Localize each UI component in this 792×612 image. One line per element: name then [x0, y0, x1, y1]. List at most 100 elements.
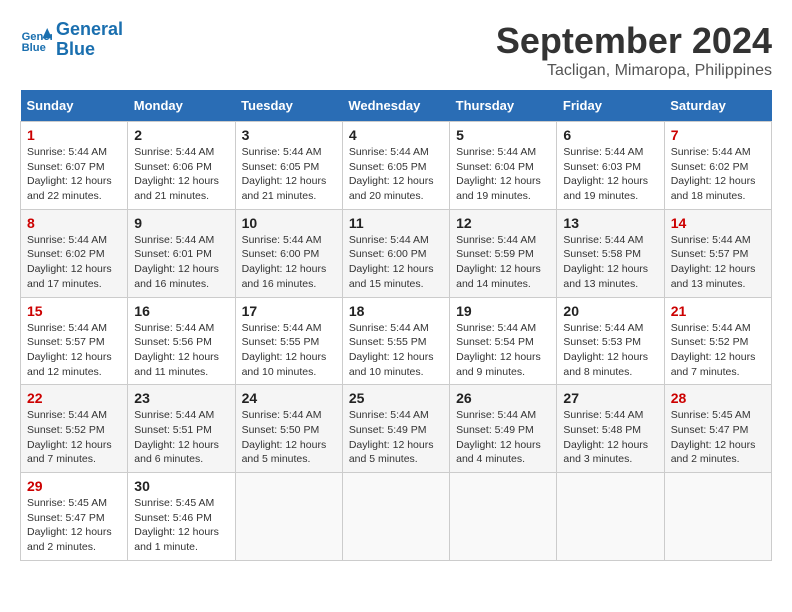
table-row: 10 Sunrise: 5:44 AM Sunset: 6:00 PM Dayli… [235, 209, 342, 297]
table-row: 15Sunrise: 5:44 AM Sunset: 5:57 PM Dayli… [21, 297, 128, 385]
table-row: 23 Sunrise: 5:44 AM Sunset: 5:51 PM Dayli… [128, 385, 235, 473]
table-row: 28 Sunrise: 5:45 AM Sunset: 5:47 PM Dayli… [664, 385, 771, 473]
table-row: 8 Sunrise: 5:44 AM Sunset: 6:02 PM Daylig… [21, 209, 128, 297]
table-row: 1 Sunrise: 5:44 AM Sunset: 6:07 PM Daylig… [21, 122, 128, 210]
table-row: 27 Sunrise: 5:44 AM Sunset: 5:48 PM Dayli… [557, 385, 664, 473]
day-number: 25 [349, 390, 443, 406]
day-info: Sunrise: 5:44 AM Sunset: 6:00 PM Dayligh… [349, 233, 443, 292]
day-info: Sunrise: 5:45 AM Sunset: 5:47 PM Dayligh… [671, 408, 765, 467]
calendar-table: Sunday Monday Tuesday Wednesday Thursday… [20, 90, 772, 561]
col-sunday: Sunday [21, 90, 128, 122]
day-info: Sunrise: 5:44 AM Sunset: 5:55 PM Dayligh… [242, 321, 336, 380]
day-number: 15 [27, 303, 121, 319]
day-number: 26 [456, 390, 550, 406]
day-number: 19 [456, 303, 550, 319]
day-info: Sunrise: 5:44 AM Sunset: 6:00 PM Dayligh… [242, 233, 336, 292]
day-info: Sunrise: 5:44 AM Sunset: 5:51 PM Dayligh… [134, 408, 228, 467]
day-number: 22 [27, 390, 121, 406]
day-number: 16 [134, 303, 228, 319]
col-saturday: Saturday [664, 90, 771, 122]
logo: General Blue GeneralBlue [20, 20, 123, 60]
day-info: Sunrise: 5:44 AM Sunset: 5:58 PM Dayligh… [563, 233, 657, 292]
table-row: 19 Sunrise: 5:44 AM Sunset: 5:54 PM Dayli… [450, 297, 557, 385]
table-row: 26 Sunrise: 5:44 AM Sunset: 5:49 PM Dayli… [450, 385, 557, 473]
day-number: 24 [242, 390, 336, 406]
day-info: Sunrise: 5:44 AM Sunset: 5:56 PM Dayligh… [134, 321, 228, 380]
calendar-week-3: 15Sunrise: 5:44 AM Sunset: 5:57 PM Dayli… [21, 297, 772, 385]
table-row [235, 473, 342, 561]
day-info: Sunrise: 5:44 AM Sunset: 5:55 PM Dayligh… [349, 321, 443, 380]
table-row: 2 Sunrise: 5:44 AM Sunset: 6:06 PM Daylig… [128, 122, 235, 210]
day-info: Sunrise: 5:44 AM Sunset: 6:05 PM Dayligh… [349, 145, 443, 204]
svg-text:Blue: Blue [22, 42, 46, 54]
table-row [664, 473, 771, 561]
day-number: 12 [456, 215, 550, 231]
table-row: 11 Sunrise: 5:44 AM Sunset: 6:00 PM Dayli… [342, 209, 449, 297]
table-row: 5Sunrise: 5:44 AM Sunset: 6:04 PM Daylig… [450, 122, 557, 210]
header-row: Sunday Monday Tuesday Wednesday Thursday… [21, 90, 772, 122]
day-number: 28 [671, 390, 765, 406]
day-info: Sunrise: 5:44 AM Sunset: 5:59 PM Dayligh… [456, 233, 550, 292]
day-info: Sunrise: 5:44 AM Sunset: 5:49 PM Dayligh… [456, 408, 550, 467]
title-section: September 2024 Tacligan, Mimaropa, Phili… [496, 20, 772, 80]
day-number: 23 [134, 390, 228, 406]
day-number: 11 [349, 215, 443, 231]
calendar-week-4: 22Sunrise: 5:44 AM Sunset: 5:52 PM Dayli… [21, 385, 772, 473]
day-info: Sunrise: 5:44 AM Sunset: 6:03 PM Dayligh… [563, 145, 657, 204]
day-info: Sunrise: 5:44 AM Sunset: 5:48 PM Dayligh… [563, 408, 657, 467]
day-number: 2 [134, 127, 228, 143]
table-row: 25Sunrise: 5:44 AM Sunset: 5:49 PM Dayli… [342, 385, 449, 473]
day-info: Sunrise: 5:44 AM Sunset: 5:52 PM Dayligh… [671, 321, 765, 380]
table-row [557, 473, 664, 561]
day-number: 9 [134, 215, 228, 231]
table-row: 18 Sunrise: 5:44 AM Sunset: 5:55 PM Dayli… [342, 297, 449, 385]
day-info: Sunrise: 5:44 AM Sunset: 5:54 PM Dayligh… [456, 321, 550, 380]
day-number: 18 [349, 303, 443, 319]
table-row [450, 473, 557, 561]
day-number: 14 [671, 215, 765, 231]
table-row: 29 Sunrise: 5:45 AM Sunset: 5:47 PM Dayli… [21, 473, 128, 561]
day-info: Sunrise: 5:44 AM Sunset: 6:01 PM Dayligh… [134, 233, 228, 292]
day-info: Sunrise: 5:44 AM Sunset: 5:50 PM Dayligh… [242, 408, 336, 467]
day-number: 20 [563, 303, 657, 319]
day-number: 4 [349, 127, 443, 143]
col-tuesday: Tuesday [235, 90, 342, 122]
logo-text: GeneralBlue [56, 20, 123, 60]
col-wednesday: Wednesday [342, 90, 449, 122]
day-info: Sunrise: 5:44 AM Sunset: 6:07 PM Dayligh… [27, 145, 121, 204]
table-row: 21 Sunrise: 5:44 AM Sunset: 5:52 PM Dayli… [664, 297, 771, 385]
day-number: 13 [563, 215, 657, 231]
table-row: 4 Sunrise: 5:44 AM Sunset: 6:05 PM Daylig… [342, 122, 449, 210]
location-title: Tacligan, Mimaropa, Philippines [496, 62, 772, 80]
day-info: Sunrise: 5:45 AM Sunset: 5:47 PM Dayligh… [27, 496, 121, 555]
day-number: 7 [671, 127, 765, 143]
day-number: 10 [242, 215, 336, 231]
day-number: 30 [134, 478, 228, 494]
calendar-week-1: 1 Sunrise: 5:44 AM Sunset: 6:07 PM Daylig… [21, 122, 772, 210]
table-row: 30Sunrise: 5:45 AM Sunset: 5:46 PM Dayli… [128, 473, 235, 561]
day-number: 29 [27, 478, 121, 494]
table-row [342, 473, 449, 561]
day-number: 6 [563, 127, 657, 143]
calendar-week-5: 29 Sunrise: 5:45 AM Sunset: 5:47 PM Dayli… [21, 473, 772, 561]
table-row: 17 Sunrise: 5:44 AM Sunset: 5:55 PM Dayli… [235, 297, 342, 385]
table-row: 3Sunrise: 5:44 AM Sunset: 6:05 PM Daylig… [235, 122, 342, 210]
day-number: 8 [27, 215, 121, 231]
table-row: 9 Sunrise: 5:44 AM Sunset: 6:01 PM Daylig… [128, 209, 235, 297]
day-number: 3 [242, 127, 336, 143]
day-info: Sunrise: 5:44 AM Sunset: 6:04 PM Dayligh… [456, 145, 550, 204]
col-monday: Monday [128, 90, 235, 122]
table-row: 20 Sunrise: 5:44 AM Sunset: 5:53 PM Dayli… [557, 297, 664, 385]
day-info: Sunrise: 5:44 AM Sunset: 5:57 PM Dayligh… [671, 233, 765, 292]
day-number: 17 [242, 303, 336, 319]
table-row: 12 Sunrise: 5:44 AM Sunset: 5:59 PM Dayli… [450, 209, 557, 297]
day-number: 27 [563, 390, 657, 406]
col-thursday: Thursday [450, 90, 557, 122]
day-number: 1 [27, 127, 121, 143]
day-info: Sunrise: 5:44 AM Sunset: 6:06 PM Dayligh… [134, 145, 228, 204]
day-info: Sunrise: 5:44 AM Sunset: 6:02 PM Dayligh… [671, 145, 765, 204]
day-number: 21 [671, 303, 765, 319]
day-info: Sunrise: 5:44 AM Sunset: 5:53 PM Dayligh… [563, 321, 657, 380]
day-info: Sunrise: 5:44 AM Sunset: 6:02 PM Dayligh… [27, 233, 121, 292]
table-row: 14 Sunrise: 5:44 AM Sunset: 5:57 PM Dayli… [664, 209, 771, 297]
